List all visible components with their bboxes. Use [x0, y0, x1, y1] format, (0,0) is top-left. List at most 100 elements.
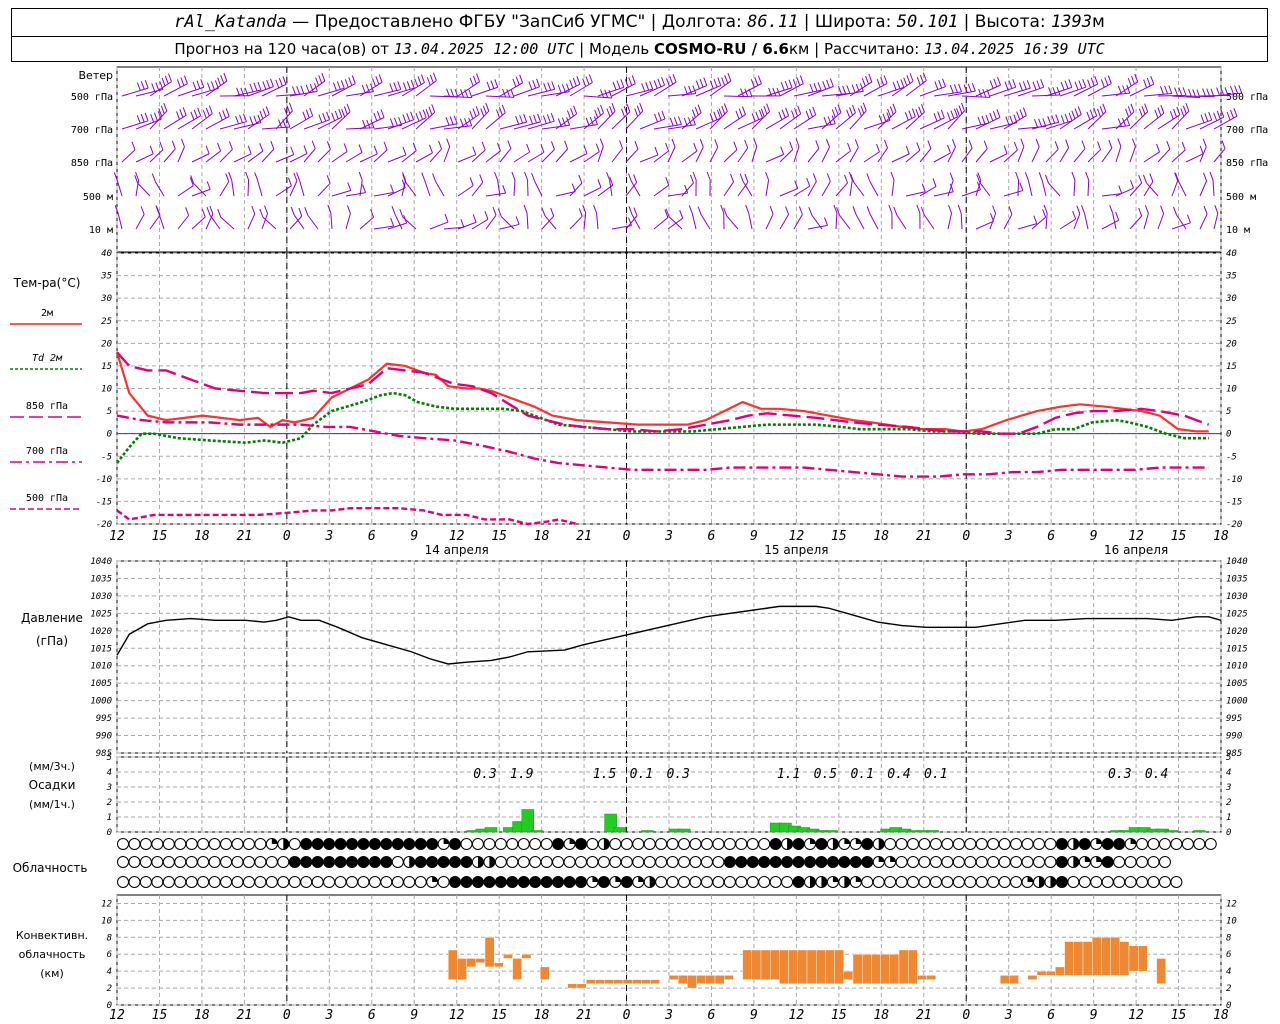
cloud-circle: [952, 856, 965, 868]
x-tick-label: 3: [1004, 529, 1013, 544]
wind-barb-flag: [796, 77, 801, 86]
x-tick-label: 18: [534, 529, 550, 544]
legend-label: 850 гПа: [26, 401, 68, 412]
wind-barb-flag: [287, 177, 292, 187]
wind-barb-flag: [428, 144, 433, 154]
wind-barb: [947, 213, 953, 230]
cloud-circle: [781, 876, 794, 888]
wind-barb-flag: [849, 107, 854, 116]
cloud-symbol: [357, 838, 370, 850]
wind-barb-flag: [616, 80, 621, 89]
cloud-circle: [460, 838, 473, 850]
wind-level-label-right: 700 гПа: [1226, 125, 1268, 136]
wind-barb: [700, 214, 711, 230]
cloud-symbol: [403, 876, 416, 888]
wind-barb: [513, 179, 516, 197]
wind-barb-flag: [896, 80, 901, 89]
cloud-circle: [529, 838, 542, 850]
wind-barb-flag: [257, 81, 262, 91]
cloud-circle: [506, 876, 519, 888]
cloud-symbol: [1158, 838, 1171, 850]
cloud-symbol: [952, 876, 965, 888]
wind-barb-flag: [1214, 205, 1219, 214]
cloud-symbol: [1021, 856, 1034, 868]
cloud-symbol: [380, 856, 393, 868]
wind-barb-flag: [921, 183, 926, 192]
wind-barb-flag: [594, 109, 599, 118]
wind-barb-flag: [1019, 109, 1024, 118]
cloud-symbol: [311, 838, 324, 850]
cloud-symbol: [380, 838, 393, 850]
wind-barb-flag: [1181, 141, 1186, 151]
cloud-circle: [323, 856, 336, 868]
cloud-circle: [1136, 876, 1149, 888]
wind-barb-flag: [1160, 205, 1165, 214]
cloud-symbol: [1193, 838, 1206, 850]
wind-barb-flag: [826, 139, 831, 148]
wind-barb-flag: [228, 141, 233, 150]
cloud-circle: [826, 856, 839, 868]
y-tick-label-right: 1035: [1226, 574, 1248, 584]
cloud-symbol: [391, 838, 404, 850]
cloud-symbol: [414, 876, 427, 888]
wind-barb-flag: [720, 204, 725, 214]
y-tick-label: 5: [107, 753, 112, 763]
wind-barb-flag: [196, 80, 201, 89]
wind-barb-flag: [347, 182, 352, 191]
wind-barb-flag: [253, 82, 258, 92]
cloud-half: [283, 838, 289, 850]
y-tick-label: 10: [101, 385, 112, 395]
y-tick-label-right: 1040: [1226, 557, 1248, 567]
wind-barb: [289, 180, 298, 197]
wind-barb-flag: [547, 82, 552, 91]
cloud-circle: [563, 876, 576, 888]
cloud-circle: [254, 856, 267, 868]
wind-barb-flag: [1004, 81, 1009, 90]
wind-barb-flag: [205, 145, 210, 154]
cloud-circle: [1147, 856, 1160, 868]
cloud-quarter: [810, 838, 816, 844]
wind-barb-flag: [790, 110, 795, 119]
cloud-circle: [185, 876, 198, 888]
x-tick-label: 15: [831, 1008, 847, 1023]
wind-barb-flag: [754, 77, 759, 86]
wind-barb-flag: [546, 114, 551, 123]
wind-barb-flag: [220, 75, 225, 84]
wind-barb-flag: [136, 115, 141, 124]
cloud-circle: [929, 856, 942, 868]
cloud-circle: [460, 876, 473, 888]
wind-barb-flag: [205, 107, 210, 117]
wind-barb: [299, 180, 305, 197]
series-td2m-line: [115, 391, 1209, 464]
legend-label: 2м: [41, 308, 53, 319]
y-tick-label: 2: [107, 984, 112, 994]
cloud-circle: [1044, 838, 1057, 850]
cloud-symbol: [769, 876, 782, 888]
wind-barb-flag: [1081, 140, 1086, 149]
wind-barb-flag: [486, 81, 491, 91]
cloud-circle: [117, 876, 129, 888]
wind-barb-flag: [1202, 138, 1207, 147]
wind-barb: [1178, 180, 1187, 197]
cloud-symbol: [471, 838, 484, 850]
cloud-symbol: [1021, 838, 1034, 850]
wind-barb-flag: [654, 146, 659, 156]
wind-barb-flag: [288, 102, 293, 112]
meteogram-chart: Ветер500 гПа 500 гПа700 гПа 700 гПа850 гПа…: [10, 66, 1268, 1023]
wind-barb: [737, 181, 749, 197]
cloud-circle: [1204, 838, 1217, 850]
cloud-symbol: [769, 856, 782, 868]
cloud-circle: [1170, 838, 1183, 850]
cloud-symbol: [368, 856, 381, 868]
wind-barb-flag: [480, 108, 485, 117]
convective-block: [843, 970, 854, 980]
wind-barb-flag: [1154, 109, 1159, 119]
cloud-circle: [907, 838, 920, 850]
wind-barb-flag: [585, 76, 590, 85]
x-tick-label: 12: [449, 529, 465, 544]
wind-barb-flag: [262, 81, 267, 90]
wind-barb-flag: [882, 113, 887, 122]
cloud-symbol: [117, 838, 129, 850]
wind-barb-flag: [893, 206, 898, 215]
y-tick-label: 30: [100, 294, 112, 304]
